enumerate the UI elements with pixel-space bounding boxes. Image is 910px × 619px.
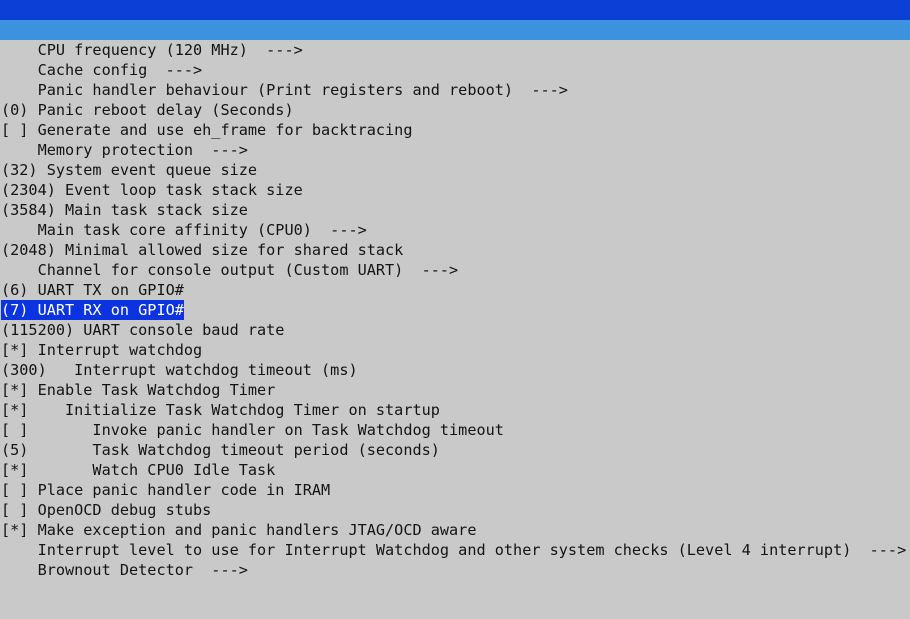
menu-item-label: CPU frequency (120 MHz) ---> bbox=[1, 41, 303, 59]
menu-item[interactable]: (2304) Event loop task stack size bbox=[0, 180, 910, 200]
menu-item-label: Interrupt level to use for Interrupt Wat… bbox=[1, 541, 907, 559]
menu-item-label: [*] Watch CPU0 Idle Task bbox=[1, 461, 276, 479]
menu-item[interactable]: [*] Initialize Task Watchdog Timer on st… bbox=[0, 400, 910, 420]
menu-item-label: (3584) Main task stack size bbox=[1, 201, 248, 219]
menu-item[interactable]: (0) Panic reboot delay (Seconds) bbox=[0, 100, 910, 120]
menu-item-label: (300) Interrupt watchdog timeout (ms) bbox=[1, 361, 358, 379]
menu-item[interactable]: Channel for console output (Custom UART)… bbox=[0, 260, 910, 280]
menu-item-label: (5) Task Watchdog timeout period (second… bbox=[1, 441, 440, 459]
menu-item[interactable]: Interrupt level to use for Interrupt Wat… bbox=[0, 540, 910, 560]
menu-item[interactable]: [*] Watch CPU0 Idle Task bbox=[0, 460, 910, 480]
menu-item[interactable]: [*] Interrupt watchdog bbox=[0, 340, 910, 360]
menu-item[interactable]: CPU frequency (120 MHz) ---> bbox=[0, 40, 910, 60]
menu-item[interactable]: Cache config ---> bbox=[0, 60, 910, 80]
menuconfig-window: (Top) → Component config → ESP System Se… bbox=[0, 0, 910, 619]
menu-item[interactable]: Main task core affinity (CPU0) ---> bbox=[0, 220, 910, 240]
menu-item[interactable]: [ ] Invoke panic handler on Task Watchdo… bbox=[0, 420, 910, 440]
menu-item[interactable]: [ ] Generate and use eh_frame for backtr… bbox=[0, 120, 910, 140]
menu-item[interactable]: [*] Enable Task Watchdog Timer bbox=[0, 380, 910, 400]
menu-item-label: [*] Initialize Task Watchdog Timer on st… bbox=[1, 401, 440, 419]
menu-item[interactable]: [*] Make exception and panic handlers JT… bbox=[0, 520, 910, 540]
menu-item[interactable]: (7) UART RX on GPIO# bbox=[0, 300, 910, 320]
menu-item-label: (2304) Event loop task stack size bbox=[1, 181, 303, 199]
menu-list[interactable]: CPU frequency (120 MHz) ---> Cache confi… bbox=[0, 40, 910, 619]
menu-item[interactable]: Panic handler behaviour (Print registers… bbox=[0, 80, 910, 100]
menu-item[interactable]: (32) System event queue size bbox=[0, 160, 910, 180]
menu-item[interactable]: [ ] Place panic handler code in IRAM bbox=[0, 480, 910, 500]
menu-item-label: (115200) UART console baud rate bbox=[1, 321, 285, 339]
menu-item-label: Brownout Detector ---> bbox=[1, 561, 248, 579]
menu-item[interactable]: (5) Task Watchdog timeout period (second… bbox=[0, 440, 910, 460]
menu-item-label: (6) UART TX on GPIO# bbox=[1, 281, 184, 299]
menu-item-label: [*] Make exception and panic handlers JT… bbox=[1, 521, 477, 539]
menu-item-label: [ ] Place panic handler code in IRAM bbox=[1, 481, 331, 499]
menu-item[interactable]: (2048) Minimal allowed size for shared s… bbox=[0, 240, 910, 260]
subtitle-bar: Espressif IoT Develo bbox=[0, 20, 910, 40]
menu-item-label: [*] Enable Task Watchdog Timer bbox=[1, 381, 276, 399]
menu-item[interactable]: (3584) Main task stack size bbox=[0, 200, 910, 220]
menu-item[interactable]: [ ] OpenOCD debug stubs bbox=[0, 500, 910, 520]
menu-item-label: Main task core affinity (CPU0) ---> bbox=[1, 221, 367, 239]
menu-item-label: Panic handler behaviour (Print registers… bbox=[1, 81, 568, 99]
menu-item-label: (32) System event queue size bbox=[1, 161, 258, 179]
menu-item-label: [ ] OpenOCD debug stubs bbox=[1, 501, 212, 519]
menu-item[interactable]: (6) UART TX on GPIO# bbox=[0, 280, 910, 300]
menu-item[interactable]: Brownout Detector ---> bbox=[0, 560, 910, 580]
menu-item-label: (0) Panic reboot delay (Seconds) bbox=[1, 101, 294, 119]
menu-item[interactable]: (300) Interrupt watchdog timeout (ms) bbox=[0, 360, 910, 380]
menu-item-label: Cache config ---> bbox=[1, 61, 203, 79]
menu-item[interactable]: Memory protection ---> bbox=[0, 140, 910, 160]
menu-item-label: (7) UART RX on GPIO# bbox=[1, 300, 184, 320]
breadcrumb: (Top) → Component config → ESP System Se… bbox=[0, 0, 910, 20]
menu-item-label: [ ] Invoke panic handler on Task Watchdo… bbox=[1, 421, 504, 439]
menu-item-label: [ ] Generate and use eh_frame for backtr… bbox=[1, 121, 413, 139]
menu-item-label: Memory protection ---> bbox=[1, 141, 248, 159]
menu-item-label: [*] Interrupt watchdog bbox=[1, 341, 203, 359]
menu-item-label: (2048) Minimal allowed size for shared s… bbox=[1, 241, 404, 259]
menu-item-label: Channel for console output (Custom UART)… bbox=[1, 261, 459, 279]
menu-item[interactable]: (115200) UART console baud rate bbox=[0, 320, 910, 340]
